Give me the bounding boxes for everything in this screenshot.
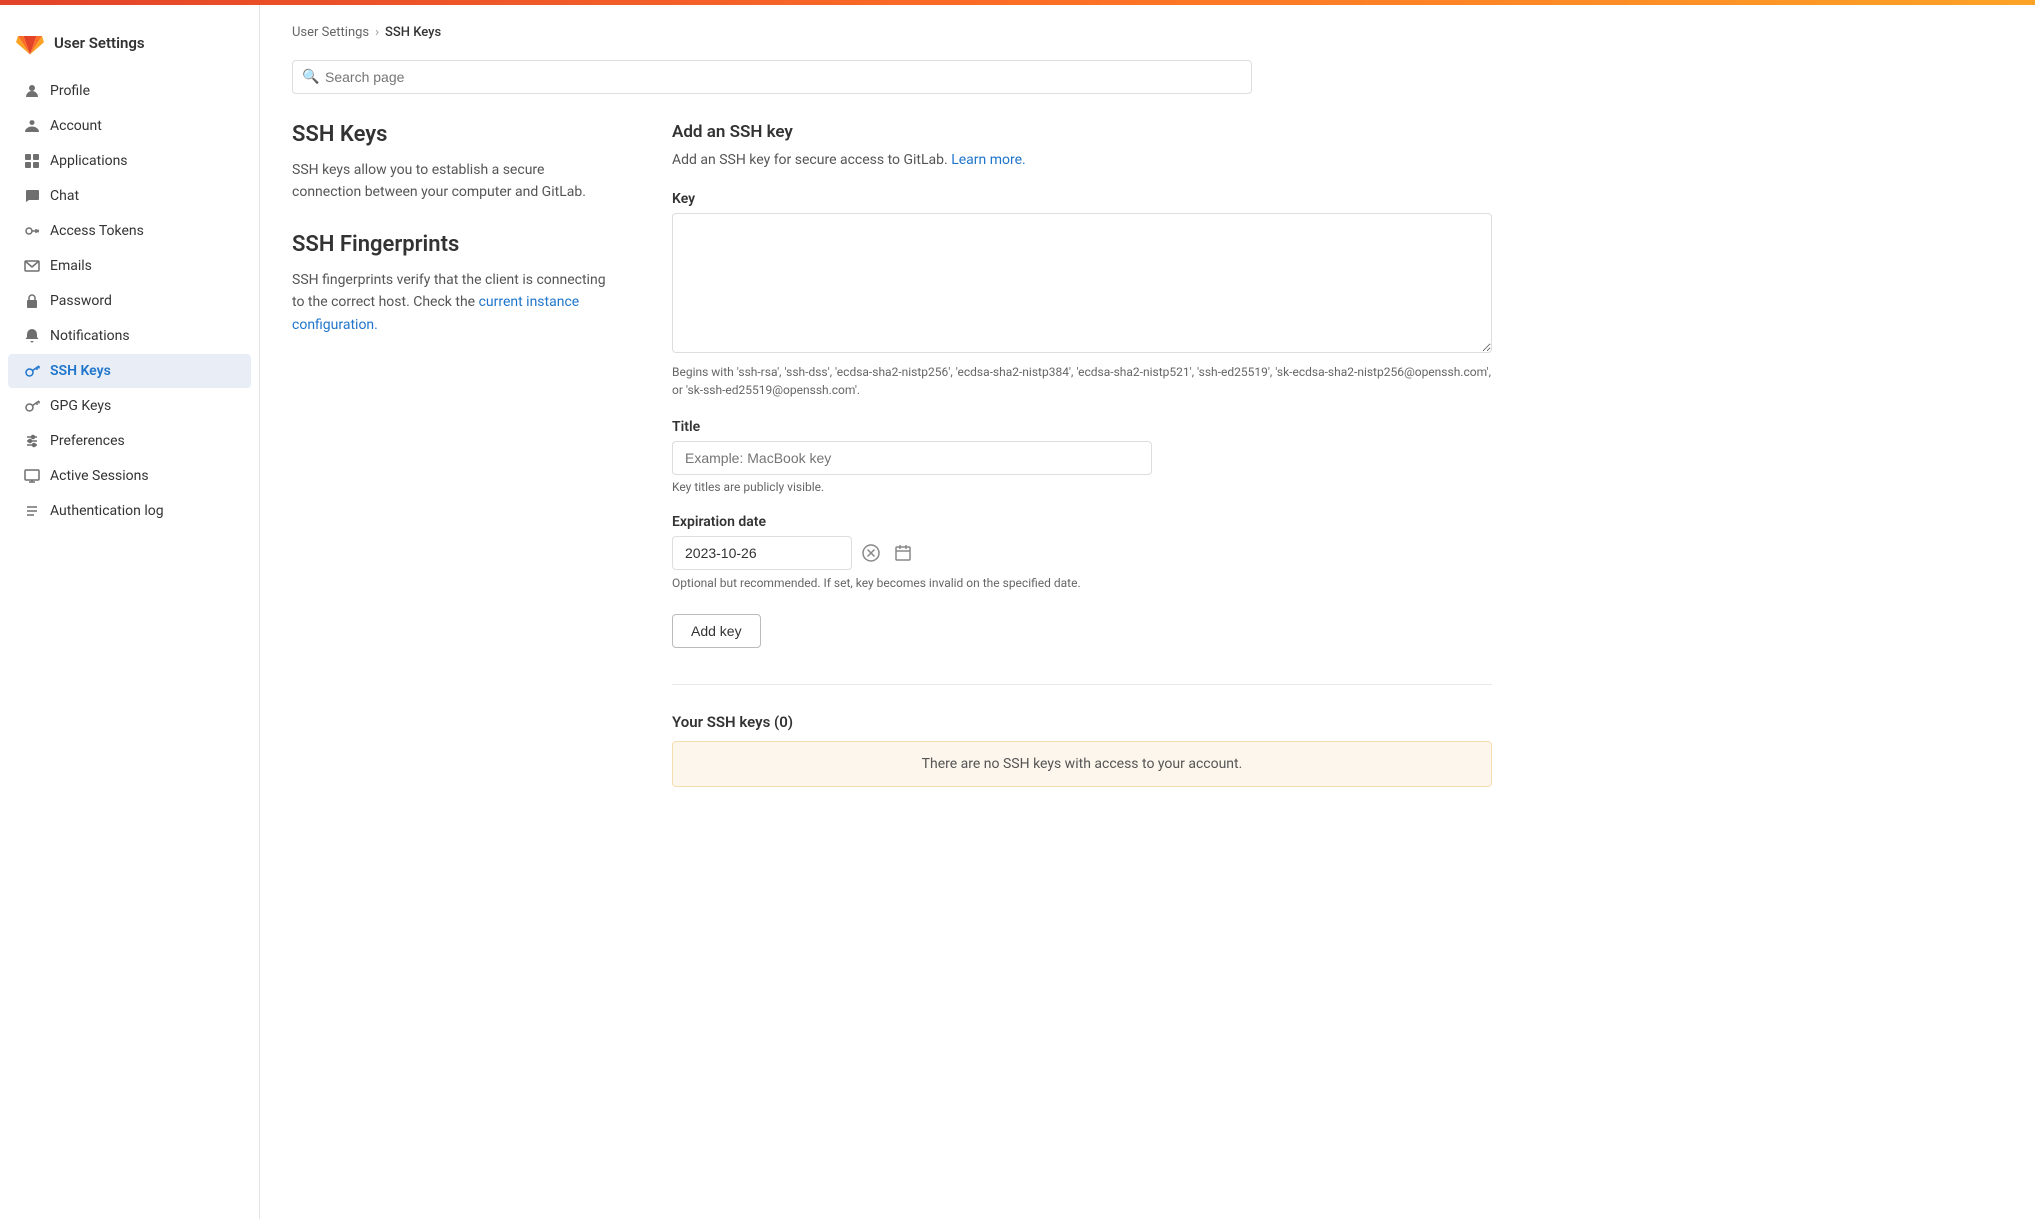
ssh-fingerprints-desc: SSH fingerprints verify that the client … (292, 269, 612, 336)
breadcrumb: User Settings › SSH Keys (292, 25, 2003, 40)
key-hint: Begins with 'ssh-rsa', 'ssh-dss', 'ecdsa… (672, 363, 1492, 399)
key-label: Key (672, 191, 1492, 207)
key-textarea[interactable] (672, 213, 1492, 353)
bell-icon (24, 328, 40, 344)
sidebar-item-chat[interactable]: Chat (0, 179, 259, 213)
key-icon (24, 363, 40, 379)
expiry-calendar-button[interactable] (890, 540, 916, 566)
right-column: Add an SSH key Add an SSH key for secure… (672, 122, 1492, 787)
grid-icon (24, 153, 40, 169)
sliders-icon (24, 433, 40, 449)
person-icon (24, 83, 40, 99)
left-column: SSH Keys SSH keys allow you to establish… (292, 122, 612, 787)
person-badge-icon (24, 118, 40, 134)
title-hint: Key titles are publicly visible. (672, 480, 1492, 494)
breadcrumb-current: SSH Keys (385, 25, 441, 40)
sidebar-item-access-tokens[interactable]: Access Tokens (0, 214, 259, 248)
no-keys-message: There are no SSH keys with access to you… (672, 741, 1492, 787)
learn-more-link[interactable]: Learn more. (951, 152, 1026, 168)
key2-icon (24, 398, 40, 414)
list-icon (24, 503, 40, 519)
expiration-label: Expiration date (672, 514, 1492, 530)
ssh-fingerprints-title: SSH Fingerprints (292, 232, 612, 257)
key-field-group: Key Begins with 'ssh-rsa', 'ssh-dss', 'e… (672, 191, 1492, 399)
search-icon: 🔍 (302, 69, 319, 85)
search-input-wrapper: 🔍 (292, 60, 1252, 94)
sidebar-item-applications[interactable]: Applications (0, 144, 259, 178)
add-ssh-desc: Add an SSH key for secure access to GitL… (672, 150, 1492, 171)
sidebar-item-preferences[interactable]: Preferences (0, 424, 259, 458)
breadcrumb-parent[interactable]: User Settings (292, 25, 369, 40)
sidebar-item-account[interactable]: Account (0, 109, 259, 143)
sidebar: User Settings Profile Account (0, 5, 260, 1219)
search-input[interactable] (292, 60, 1252, 94)
sidebar-header: User Settings (0, 21, 259, 73)
calendar-icon (894, 544, 912, 562)
breadcrumb-separator: › (375, 25, 379, 40)
sidebar-item-ssh-keys[interactable]: SSH Keys (0, 354, 259, 388)
two-col-layout: SSH Keys SSH keys allow you to establish… (292, 122, 1492, 787)
chat-icon (24, 188, 40, 204)
expiry-clear-button[interactable] (858, 540, 884, 566)
title-label: Title (672, 419, 1492, 435)
sidebar-item-auth-log[interactable]: Authentication log (0, 494, 259, 528)
your-keys-title: Your SSH keys (0) (672, 713, 1492, 731)
expiry-input-wrapper (672, 536, 1492, 570)
lock-icon (24, 293, 40, 309)
sidebar-item-profile[interactable]: Profile (0, 74, 259, 108)
sidebar-title: User Settings (54, 34, 145, 52)
ssh-keys-section-desc: SSH keys allow you to establish a secure… (292, 159, 612, 204)
add-key-button[interactable]: Add key (672, 614, 761, 648)
expiration-field-group: Expiration date Optional but recommended… (672, 514, 1492, 590)
ssh-keys-section-title: SSH Keys (292, 122, 612, 147)
main-content: User Settings › SSH Keys 🔍 SSH Keys SSH … (260, 5, 2035, 1219)
divider (672, 684, 1492, 685)
title-input[interactable] (672, 441, 1152, 475)
add-ssh-desc-text: Add an SSH key for secure access to GitL… (672, 152, 951, 168)
envelope-icon (24, 258, 40, 274)
sidebar-item-active-sessions[interactable]: Active Sessions (0, 459, 259, 493)
title-field-group: Title Key titles are publicly visible. (672, 419, 1492, 494)
expiry-date-input[interactable] (672, 536, 852, 570)
sidebar-item-notifications[interactable]: Notifications (0, 319, 259, 353)
sidebar-navigation: Profile Account Applications (0, 74, 259, 528)
expiry-hint: Optional but recommended. If set, key be… (672, 576, 1492, 590)
monitor-icon (24, 468, 40, 484)
gitlab-logo-icon (16, 29, 44, 57)
search-bar: 🔍 (292, 60, 2003, 94)
sidebar-item-password[interactable]: Password (0, 284, 259, 318)
sidebar-item-gpg-keys[interactable]: GPG Keys (0, 389, 259, 423)
circle-x-icon (862, 544, 880, 562)
token-icon (24, 223, 40, 239)
sidebar-item-emails[interactable]: Emails (0, 249, 259, 283)
add-ssh-title: Add an SSH key (672, 122, 1492, 142)
